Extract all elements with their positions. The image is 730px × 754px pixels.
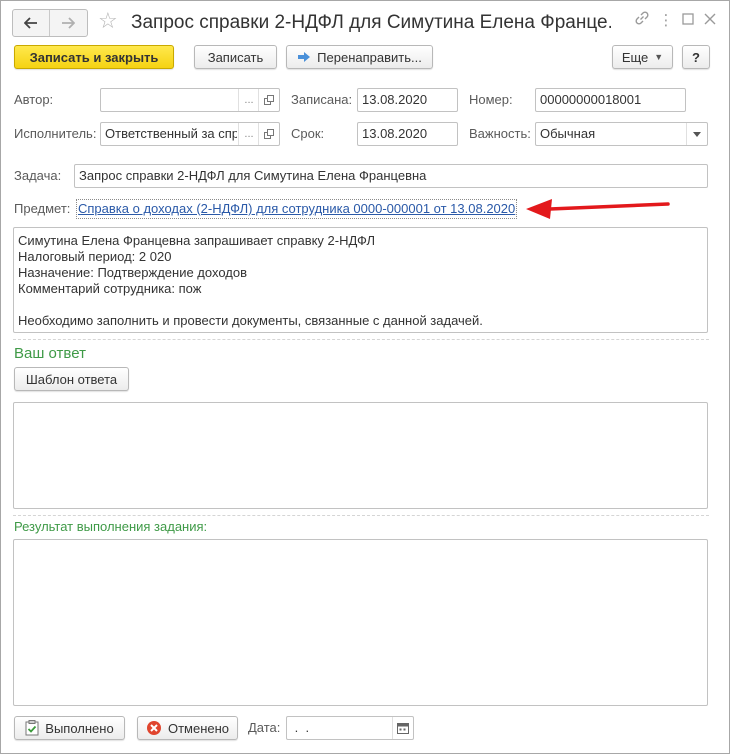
annotation-arrow-icon — [526, 199, 670, 219]
date-value: . . — [291, 720, 310, 735]
author-open-icon[interactable] — [258, 89, 279, 111]
task-window: ☆ Запрос справки 2-НДФЛ для Симутина Еле… — [0, 0, 730, 754]
cancel-button[interactable]: Отменено — [137, 716, 238, 740]
chevron-down-icon: ▼ — [654, 52, 664, 62]
done-label: Выполнено — [45, 720, 114, 736]
link-icon[interactable] — [632, 10, 652, 32]
forward-button[interactable] — [50, 10, 86, 36]
written-date-value: 13.08.2020 — [362, 92, 428, 107]
cancel-icon — [146, 720, 162, 736]
maximize-icon[interactable] — [678, 10, 698, 32]
more-menu-icon[interactable]: ⋮ — [656, 10, 676, 32]
task-field[interactable]: Запрос справки 2-НДФЛ для Симутина Елена… — [74, 164, 708, 188]
written-date-field[interactable]: 13.08.2020 — [357, 88, 458, 112]
done-button[interactable]: Выполнено — [14, 716, 125, 740]
cancel-label: Отменено — [167, 720, 230, 736]
importance-select[interactable]: Обычная — [535, 122, 708, 146]
author-label: Автор: — [14, 92, 54, 107]
help-button[interactable]: ? — [682, 45, 710, 69]
description-line: Комментарий сотрудника: пож — [18, 281, 202, 296]
back-button[interactable] — [13, 10, 50, 36]
save-label: Записать — [207, 49, 264, 65]
number-field[interactable]: 00000000018001 — [535, 88, 686, 112]
description-line: Налоговый период: 2 020 — [18, 249, 172, 264]
favorite-star-icon[interactable]: ☆ — [98, 8, 118, 34]
window-title: Запрос справки 2-НДФЛ для Симутина Елена… — [131, 12, 611, 33]
executor-select-button[interactable]: ... — [238, 123, 259, 145]
save-and-close-label: Записать и закрыть — [29, 49, 159, 65]
more-label: Еще — [621, 49, 649, 65]
section-divider — [13, 339, 709, 340]
answer-header: Ваш ответ — [14, 345, 86, 362]
subject-label: Предмет: — [14, 201, 71, 216]
more-dropdown-button[interactable]: Еще ▼ — [612, 45, 673, 69]
description-line: Необходимо заполнить и провести документ… — [18, 313, 483, 328]
result-textarea[interactable] — [13, 539, 708, 706]
task-label: Задача: — [14, 168, 62, 183]
answer-textarea[interactable] — [13, 402, 708, 509]
navigation-buttons — [12, 9, 88, 37]
number-value: 00000000018001 — [540, 92, 642, 107]
answer-template-label: Шаблон ответа — [25, 371, 118, 387]
written-label: Записана: — [291, 92, 353, 107]
arrow-left-icon — [24, 17, 37, 29]
answer-template-button[interactable]: Шаблон ответа — [14, 367, 129, 391]
date-label: Дата: — [248, 720, 281, 735]
chevron-down-icon[interactable] — [686, 123, 707, 145]
redirect-arrow-icon — [297, 51, 311, 63]
redirect-button[interactable]: Перенаправить... — [286, 45, 433, 69]
subject-link[interactable]: Справка о доходах (2-НДФЛ) для сотрудник… — [76, 199, 518, 219]
importance-label: Важность: — [469, 126, 531, 141]
executor-open-icon[interactable] — [258, 123, 279, 145]
result-header: Результат выполнения задания: — [14, 519, 208, 534]
save-and-close-button[interactable]: Записать и закрыть — [14, 45, 174, 69]
executor-value: Ответственный за спр — [105, 126, 237, 141]
calendar-icon[interactable] — [392, 717, 413, 739]
number-label: Номер: — [469, 92, 513, 107]
executor-label: Исполнитель: — [14, 126, 97, 141]
author-field[interactable]: ... — [100, 88, 280, 112]
date-field[interactable]: . . — [286, 716, 414, 740]
deadline-date-field[interactable]: 13.08.2020 — [357, 122, 458, 146]
arrow-right-icon — [62, 17, 75, 29]
deadline-label: Срок: — [291, 126, 325, 141]
task-description: Симутина Елена Францевна запрашивает спр… — [13, 227, 708, 333]
close-icon[interactable] — [700, 10, 720, 32]
clipboard-check-icon — [25, 720, 39, 736]
description-line: Назначение: Подтверждение доходов — [18, 265, 247, 280]
help-label: ? — [692, 49, 700, 65]
task-value: Запрос справки 2-НДФЛ для Симутина Елена… — [79, 168, 427, 183]
executor-field[interactable]: Ответственный за спр ... — [100, 122, 280, 146]
importance-value: Обычная — [540, 126, 596, 141]
author-select-button[interactable]: ... — [238, 89, 259, 111]
redirect-label: Перенаправить... — [317, 49, 422, 65]
save-button[interactable]: Записать — [194, 45, 277, 69]
deadline-date-value: 13.08.2020 — [362, 126, 428, 141]
description-line: Симутина Елена Францевна запрашивает спр… — [18, 233, 375, 248]
